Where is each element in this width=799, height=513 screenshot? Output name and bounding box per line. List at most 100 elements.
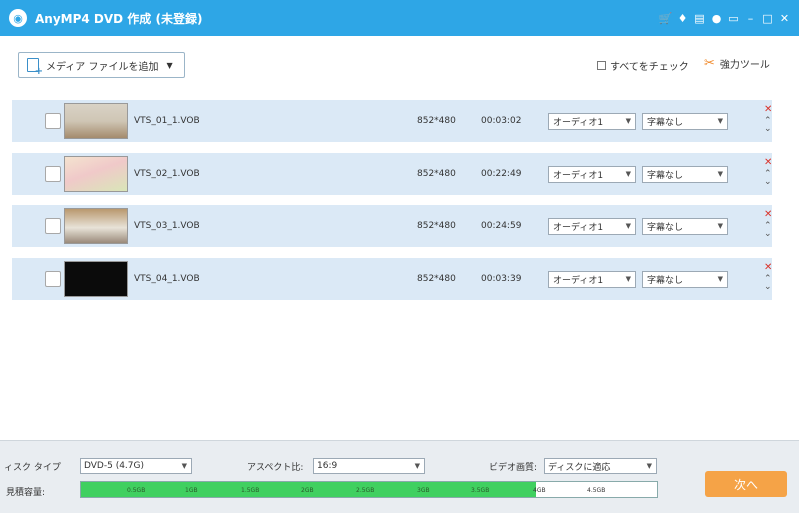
chevron-down-icon: ▼ bbox=[414, 462, 420, 470]
file-name: VTS_02_1.VOB bbox=[134, 169, 200, 179]
file-name: VTS_03_1.VOB bbox=[134, 221, 200, 231]
capacity-tick: 2GB bbox=[301, 487, 314, 494]
chevron-down-icon: ▼ bbox=[625, 221, 631, 230]
check-all-option[interactable]: すべてをチェック bbox=[597, 58, 689, 73]
file-row[interactable]: VTS_03_1.VOB 852*480 00:24:59 オーディオ1 ▼ 字… bbox=[12, 205, 772, 247]
row-checkbox[interactable] bbox=[45, 271, 61, 287]
delete-icon[interactable]: ✕ bbox=[764, 262, 772, 273]
chat-icon[interactable]: ● bbox=[708, 10, 725, 27]
capacity-tick: 1GB bbox=[185, 487, 198, 494]
video-thumbnail bbox=[64, 103, 128, 139]
capacity-tick: 4.5GB bbox=[587, 487, 606, 494]
chevron-down-icon: ▼ bbox=[625, 169, 631, 178]
reorder-icon[interactable]: ⌃ ⌄ bbox=[764, 222, 772, 239]
capacity-tick: 1.5GB bbox=[241, 487, 260, 494]
video-quality-value: ディスクに適応 bbox=[548, 462, 611, 473]
audio-track-select[interactable]: オーディオ1 ▼ bbox=[548, 270, 636, 288]
resolution: 852*480 bbox=[417, 169, 456, 179]
chevron-down-icon: ▼ bbox=[717, 116, 723, 125]
video-quality-label: ビデオ画質: bbox=[489, 463, 538, 473]
duration: 00:22:49 bbox=[481, 169, 522, 179]
app-logo-icon: ◉ bbox=[9, 9, 27, 27]
subtitle-value: 字幕なし bbox=[647, 275, 684, 286]
chevron-down-icon: ▼ bbox=[717, 274, 723, 283]
disc-type-label: ィスク タイプ bbox=[4, 463, 61, 473]
reorder-icon[interactable]: ⌃ ⌄ bbox=[764, 117, 772, 134]
feedback-icon[interactable]: ▭ bbox=[725, 10, 742, 27]
delete-icon[interactable]: ✕ bbox=[764, 157, 772, 168]
audio-track-select[interactable]: オーディオ1 ▼ bbox=[548, 165, 636, 183]
subtitle-value: 字幕なし bbox=[647, 170, 684, 181]
subtitle-select[interactable]: 字幕なし ▼ bbox=[642, 270, 728, 288]
register-icon[interactable]: ▤ bbox=[691, 10, 708, 27]
audio-track-select[interactable]: オーディオ1 ▼ bbox=[548, 217, 636, 235]
video-quality-select[interactable]: ディスクに適応 ▼ bbox=[544, 458, 657, 474]
row-checkbox[interactable] bbox=[45, 218, 61, 234]
chevron-down-icon: ▼ bbox=[625, 116, 631, 125]
resolution: 852*480 bbox=[417, 221, 456, 231]
row-checkbox[interactable] bbox=[45, 166, 61, 182]
chevron-down-icon: ▼ bbox=[181, 462, 187, 470]
chevron-down-icon: ▼ bbox=[646, 462, 652, 470]
row-checkbox[interactable] bbox=[45, 113, 61, 129]
close-icon[interactable]: ✕ bbox=[776, 10, 793, 27]
video-thumbnail bbox=[64, 208, 128, 244]
video-thumbnail bbox=[64, 156, 128, 192]
audio-track-value: オーディオ1 bbox=[553, 222, 604, 233]
capacity-tick: 3.5GB bbox=[471, 487, 490, 494]
disc-type-select[interactable]: DVD-5 (4.7G) ▼ bbox=[80, 458, 192, 474]
power-tools-button[interactable]: ✂ 強力ツール bbox=[704, 56, 770, 71]
audio-track-value: オーディオ1 bbox=[553, 170, 604, 181]
delete-icon[interactable]: ✕ bbox=[764, 104, 772, 115]
audio-track-select[interactable]: オーディオ1 ▼ bbox=[548, 112, 636, 130]
disc-type-value: DVD-5 (4.7G) bbox=[84, 461, 145, 471]
check-all-label: すべてをチェック bbox=[610, 62, 689, 73]
aspect-ratio-select[interactable]: 16:9 ▼ bbox=[313, 458, 425, 474]
title-bar-icons: 🛒 ♦ ▤ ● ▭ – □ ✕ bbox=[657, 0, 793, 36]
chevron-down-icon: ▼ bbox=[717, 169, 723, 178]
minimize-icon[interactable]: – bbox=[742, 10, 759, 27]
subtitle-select[interactable]: 字幕なし ▼ bbox=[642, 112, 728, 130]
cart-icon[interactable]: 🛒 bbox=[657, 10, 674, 27]
add-media-label: メディア ファイルを追加 bbox=[46, 61, 159, 73]
maximize-icon[interactable]: □ bbox=[759, 10, 776, 27]
add-file-icon bbox=[27, 58, 43, 77]
window-title: AnyMP4 DVD 作成 (未登録) bbox=[35, 11, 203, 26]
capacity-tick: 3GB bbox=[417, 487, 430, 494]
resolution: 852*480 bbox=[417, 274, 456, 284]
video-thumbnail bbox=[64, 261, 128, 297]
subtitle-value: 字幕なし bbox=[647, 222, 684, 233]
file-row[interactable]: VTS_04_1.VOB 852*480 00:03:39 オーディオ1 ▼ 字… bbox=[12, 258, 772, 300]
key-icon[interactable]: ♦ bbox=[674, 10, 691, 27]
aspect-ratio-label: アスペクト比: bbox=[247, 463, 304, 473]
add-media-button[interactable]: メディア ファイルを追加 ▼ bbox=[18, 52, 185, 78]
chevron-down-icon: ▼ bbox=[717, 221, 723, 230]
capacity-tick: 0.5GB bbox=[127, 487, 146, 494]
check-all-checkbox[interactable] bbox=[597, 61, 606, 70]
resolution: 852*480 bbox=[417, 116, 456, 126]
duration: 00:03:39 bbox=[481, 274, 522, 284]
capacity-label: 見積容量: bbox=[6, 488, 46, 498]
delete-icon[interactable]: ✕ bbox=[764, 209, 772, 220]
file-row[interactable]: VTS_01_1.VOB 852*480 00:03:02 オーディオ1 ▼ 字… bbox=[12, 100, 772, 142]
file-row[interactable]: VTS_02_1.VOB 852*480 00:22:49 オーディオ1 ▼ 字… bbox=[12, 153, 772, 195]
next-button[interactable]: 次へ bbox=[705, 471, 787, 497]
settings-panel: ィスク タイプ DVD-5 (4.7G) ▼ アスペクト比: 16:9 ▼ ビデ… bbox=[0, 440, 799, 513]
audio-track-value: オーディオ1 bbox=[553, 275, 604, 286]
file-name: VTS_04_1.VOB bbox=[134, 274, 200, 284]
reorder-icon[interactable]: ⌃ ⌄ bbox=[764, 170, 772, 187]
chevron-down-icon: ▼ bbox=[166, 60, 173, 70]
aspect-ratio-value: 16:9 bbox=[317, 461, 338, 471]
subtitle-select[interactable]: 字幕なし ▼ bbox=[642, 217, 728, 235]
power-tools-label: 強力ツール bbox=[719, 60, 770, 71]
title-bar: ◉ AnyMP4 DVD 作成 (未登録) 🛒 ♦ ▤ ● ▭ – □ ✕ bbox=[0, 0, 799, 36]
capacity-bar: 0.5GB 1GB 1.5GB 2GB 2.5GB 3GB 3.5GB 4GB … bbox=[80, 481, 658, 498]
reorder-icon[interactable]: ⌃ ⌄ bbox=[764, 275, 772, 292]
capacity-tick: 4GB bbox=[533, 487, 546, 494]
subtitle-select[interactable]: 字幕なし ▼ bbox=[642, 165, 728, 183]
duration: 00:24:59 bbox=[481, 221, 522, 231]
duration: 00:03:02 bbox=[481, 116, 522, 126]
chevron-down-icon: ▼ bbox=[625, 274, 631, 283]
capacity-tick: 2.5GB bbox=[356, 487, 375, 494]
subtitle-value: 字幕なし bbox=[647, 117, 684, 128]
